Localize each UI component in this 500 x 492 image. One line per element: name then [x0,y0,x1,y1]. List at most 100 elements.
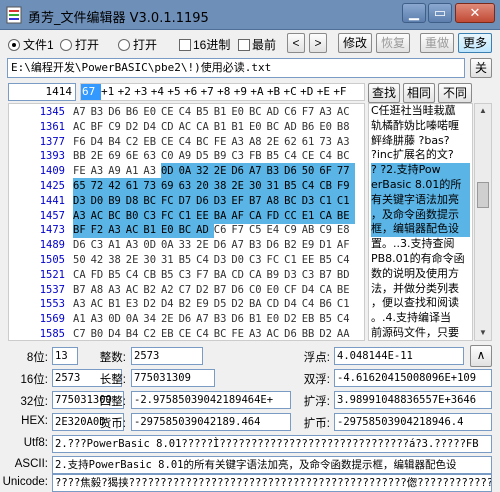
hex-byte[interactable]: E0 [249,119,267,135]
close-button[interactable]: ✕ [455,3,495,23]
int-value[interactable]: 2573 [131,347,203,365]
hex-byte[interactable]: CA [196,119,214,135]
hex-byte[interactable]: C4 [126,267,144,283]
hex-byte[interactable]: D2 [143,296,161,312]
hex-byte[interactable]: CC [284,207,302,224]
hex-byte[interactable]: 0A [161,237,179,253]
hex-byte[interactable]: 73 [143,178,161,194]
hex-byte[interactable]: D1 [319,237,337,253]
hex-byte[interactable]: 38 [213,178,232,194]
hex-byte[interactable]: E4 [267,222,285,238]
text-line[interactable]: 鲆绛肼藤 ?bas? [371,134,470,149]
hex-byte[interactable]: D3 [213,192,232,209]
hex-byte[interactable]: D6 [231,311,249,327]
hex-byte[interactable]: 63 [143,148,161,164]
hex-byte[interactable]: EF [231,192,249,209]
hex-byte[interactable]: C3 [249,252,267,268]
hex-byte[interactable]: A2 [161,282,179,298]
hex-byte[interactable]: F6 [73,134,91,150]
hex-byte[interactable]: BC [249,104,267,120]
hex-byte[interactable]: C3 [231,148,249,164]
hex-byte[interactable]: BC [196,134,214,150]
hex-row[interactable]: 1489 D6 C3 A1 A3 0D 0A 33 2E D6 A7 B3 D6 B2 E9 D1 AF [9,237,364,253]
hex-byte[interactable]: D6 [214,237,232,253]
hex-byte[interactable]: C4 [196,326,214,340]
hex-byte[interactable]: D7 [178,192,197,209]
unicode-value[interactable]: ????焦毅?猲挟???????????????????????????????… [52,474,492,492]
hex-byte[interactable]: EB [302,311,320,327]
hex-byte[interactable]: C4 [302,296,320,312]
hex-row[interactable]: 1473 BF F2 A3 AC B1 E0 BC AD C6 F7 C5 E4 C9 AB C9 E8 [9,222,364,239]
hex-byte[interactable]: E8 [337,222,355,238]
hex-byte[interactable]: FD [91,267,109,283]
hex-byte[interactable]: E0 [267,311,285,327]
hex-byte[interactable]: BB [73,148,91,164]
hex-byte[interactable]: 6E [126,148,144,164]
hex-byte[interactable]: C4 [301,178,320,194]
hex-byte[interactable]: E0 [160,222,179,239]
hex-byte[interactable]: D2 [231,296,249,312]
hex-byte[interactable]: B5 [196,104,214,120]
hex-byte[interactable]: C2 [126,134,144,150]
hex-byte[interactable]: 2E [196,237,214,253]
hex-byte[interactable]: D4 [91,134,109,150]
hex-byte[interactable]: 32 [196,163,214,180]
hex-byte[interactable]: CE [179,326,197,340]
float-value[interactable]: 4.048144E-11 [334,347,464,365]
hex-byte[interactable]: C1 [178,207,197,224]
hex-byte[interactable]: C7 [73,326,91,340]
hex-byte[interactable]: C0 [249,282,267,298]
hex-byte[interactable]: F2 [90,222,109,239]
hex-byte[interactable]: CA [319,207,337,224]
hex-byte[interactable]: B1 [108,296,126,312]
hex-byte[interactable]: B7 [248,192,267,209]
utf8-value[interactable]: 2.???PowerBasic 8.01?????Ì??????????????… [52,435,492,453]
hex-byte[interactable]: F9 [336,178,355,194]
restore-button[interactable]: 恢复 [376,33,410,53]
hex-byte[interactable]: CA [73,267,91,283]
hex-byte[interactable]: C4 [337,252,355,268]
hex-byte[interactable]: D6 [196,192,214,209]
hex-byte[interactable]: 77 [336,163,355,180]
hex-byte[interactable]: FC [160,207,179,224]
hex-byte[interactable]: C7 [179,282,197,298]
hex-byte[interactable]: B5 [284,178,302,194]
hex-byte[interactable]: C1 [337,296,355,312]
scroll-down-icon[interactable]: ▼ [475,326,491,340]
hex-byte[interactable]: BC [143,192,161,209]
hex-byte[interactable]: A3 [73,207,91,224]
hex-byte[interactable]: FE [231,326,249,340]
hex-byte[interactable]: A3 [249,326,267,340]
hex-byte[interactable]: B0 [125,207,144,224]
hex-byte[interactable]: D6 [284,163,302,180]
hex-byte[interactable]: 0A [178,163,197,180]
hex-row[interactable]: 1393 BB 2E 69 6E 63 C0 A9 D5 B9 C3 FB B5 C4 CE C4 BC [9,148,364,164]
title-bar[interactable]: 勇芳_文件编辑器 V3.0.1.1195 ▁ ▭ ✕ [0,0,500,30]
text-line[interactable]: PB8.01的有命令函 [371,252,470,267]
hex-byte[interactable]: 62 [284,134,302,150]
hex-byte[interactable]: 2E [126,252,144,268]
hex-byte[interactable]: CF [284,282,302,298]
hex-byte[interactable]: EE [196,207,214,224]
hex-byte[interactable]: C3 [302,267,320,283]
hex-byte[interactable]: D3 [284,267,302,283]
hex-byte[interactable]: C4 [179,134,197,150]
hex-byte[interactable]: 0D [143,237,161,253]
hex-byte[interactable]: A7 [231,237,249,253]
extcur-value[interactable]: -297585039042189​46.4 [334,413,492,431]
hex-byte[interactable]: E0 [231,104,249,120]
hex-byte[interactable]: C1 [336,192,355,209]
hex-byte[interactable]: FD [266,207,285,224]
offset-field[interactable]: 1414 [8,83,76,101]
double-value[interactable]: -4.61620415008096E+109 [334,369,492,387]
hex-row[interactable]: 1505 50 42 38 2E 30 31 B5 C4 D3 D0 C3 FC C1 EE B5 C4 [9,252,364,268]
scroll-up-icon[interactable]: ▲ [475,104,491,118]
collapse-up-button[interactable]: ∧ [470,345,492,367]
hex-byte[interactable]: D2 [196,282,214,298]
hex-byte[interactable]: B2 [284,237,302,253]
hex-byte[interactable]: 2E [267,134,285,150]
hex-byte[interactable]: D5 [196,148,214,164]
path-close-button[interactable]: 关 [470,58,492,78]
maximize-button[interactable]: ▭ [428,3,452,23]
hex-row[interactable]: 1521 CA FD B5 C4 CB B5 C3 F7 BA CD CA B9 D3 C3 B7 BD [9,267,364,283]
